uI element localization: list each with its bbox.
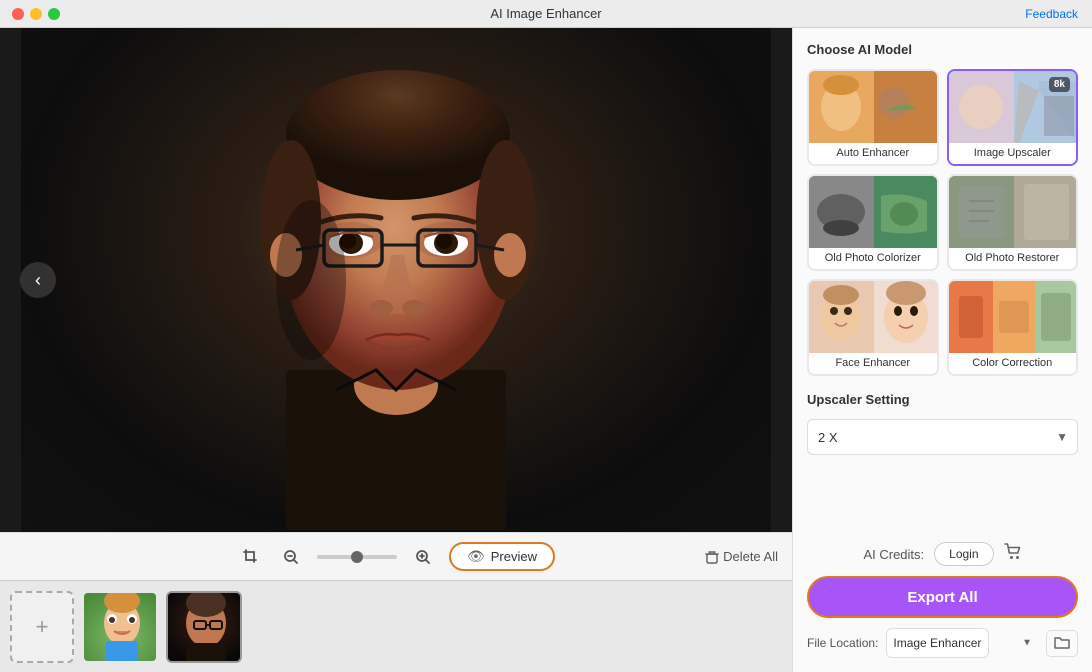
credits-label: AI Credits: (863, 547, 924, 562)
cart-icon (1004, 543, 1022, 561)
zoom-out-icon (283, 549, 299, 565)
man-thumb-svg (168, 593, 242, 663)
ear-right (494, 233, 526, 277)
model-card-face-enhancer[interactable]: Face Enhancer (807, 279, 939, 376)
model-label-image-upscaler: Image Upscaler (949, 143, 1077, 164)
model-thumb-old-photo-restorer (949, 176, 1077, 248)
pupil-right (436, 233, 452, 249)
model-label-old-photo-colorizer: Old Photo Colorizer (809, 248, 937, 269)
child-thumb-svg (84, 593, 158, 663)
color-correction-thumb (949, 281, 1077, 353)
back-arrow-button[interactable]: ‹ (20, 262, 56, 298)
right-panel: Choose AI Model Auto Enhancer (792, 28, 1092, 672)
close-button[interactable] (12, 8, 24, 20)
colorizer-thumb (809, 176, 937, 248)
thumbnail-man[interactable] (166, 591, 242, 663)
auto-enhancer-thumb (809, 71, 937, 143)
zoom-out-button[interactable] (277, 545, 305, 569)
add-icon: + (36, 614, 49, 640)
nostril-right (402, 300, 426, 316)
crop-icon-button[interactable] (237, 545, 265, 569)
add-image-button[interactable]: + (10, 591, 74, 663)
model-card-image-upscaler[interactable]: 8k Image Upscaler (947, 69, 1079, 166)
zoom-in-icon (415, 549, 431, 565)
export-all-button[interactable]: Export All (807, 576, 1078, 618)
model-card-color-correction[interactable]: Color Correction (947, 279, 1079, 376)
face-shadow (276, 200, 346, 360)
face-enhancer-thumb (809, 281, 937, 353)
model-thumb-image-upscaler: 8k (949, 71, 1077, 143)
model-thumb-color-correction (949, 281, 1077, 353)
model-thumb-old-photo-colorizer (809, 176, 937, 248)
feedback-link[interactable]: Feedback (1025, 7, 1078, 21)
zoom-slider[interactable] (317, 555, 397, 559)
delete-all-label: Delete All (723, 549, 778, 564)
file-location-row: File Location: Image Enhancer Desktop Do… (807, 628, 1078, 658)
cart-icon-button[interactable] (1004, 543, 1022, 566)
bottom-toolbar: 👁 Preview Delete All (0, 532, 792, 580)
folder-icon (1054, 635, 1070, 649)
file-select-arrow: ▼ (1022, 638, 1032, 649)
upscaler-select-wrap: 2 X 4 X 8 X ▼ (807, 419, 1078, 455)
preview-button[interactable]: 👁 Preview (449, 542, 555, 571)
maximize-button[interactable] (48, 8, 60, 20)
main-container: ‹ (0, 28, 1092, 672)
canvas-area: ‹ (0, 28, 792, 532)
model-label-color-correction: Color Correction (949, 353, 1077, 374)
upscaler-setting-label: Upscaler Setting (807, 392, 1078, 407)
right-footer: AI Credits: Login Export All File Locati… (807, 532, 1078, 672)
upscaler-select[interactable]: 2 X 4 X 8 X (807, 419, 1078, 455)
mouth-upper (366, 334, 430, 340)
preview-label: Preview (491, 549, 537, 564)
open-folder-button[interactable] (1046, 630, 1078, 657)
file-location-label: File Location: (807, 636, 878, 650)
minimize-button[interactable] (30, 8, 42, 20)
choose-model-label: Choose AI Model (807, 42, 1078, 57)
model-card-auto-enhancer[interactable]: Auto Enhancer (807, 69, 939, 166)
model-card-old-photo-restorer[interactable]: Old Photo Restorer (947, 174, 1079, 271)
credits-row: AI Credits: Login (807, 542, 1078, 566)
app-title: AI Image Enhancer (490, 6, 601, 21)
upscaler-section: Upscaler Setting 2 X 4 X 8 X ▼ (807, 392, 1078, 455)
file-location-select[interactable]: Image Enhancer Desktop Documents Downloa… (886, 628, 989, 658)
model-label-auto-enhancer: Auto Enhancer (809, 143, 937, 164)
eye-icon: 👁 (467, 548, 485, 565)
hair-top (286, 70, 510, 200)
nostril-left (369, 300, 393, 316)
crop-icon (243, 549, 259, 565)
man-image (168, 593, 240, 661)
portrait-svg (166, 30, 626, 530)
trash-icon (705, 550, 719, 564)
model-card-old-photo-colorizer[interactable]: Old Photo Colorizer (807, 174, 939, 271)
upscale-badge: 8k (1049, 77, 1070, 92)
restorer-thumb (949, 176, 1077, 248)
child-image (84, 593, 156, 661)
delete-all-button[interactable]: Delete All (705, 549, 778, 564)
model-thumb-auto-enhancer (809, 71, 937, 143)
login-button[interactable]: Login (934, 542, 993, 566)
zoom-in-button[interactable] (409, 545, 437, 569)
thumbnail-child[interactable] (82, 591, 158, 663)
model-label-face-enhancer: Face Enhancer (809, 353, 937, 374)
left-panel: ‹ (0, 28, 792, 672)
model-thumb-face-enhancer (809, 281, 937, 353)
window-controls (12, 8, 60, 20)
title-bar: AI Image Enhancer Feedback (0, 0, 1092, 28)
model-grid: Auto Enhancer 8k Image Upscaler (807, 69, 1078, 376)
main-image-bg (21, 28, 771, 532)
model-label-old-photo-restorer: Old Photo Restorer (949, 248, 1077, 269)
filmstrip: + (0, 580, 792, 672)
